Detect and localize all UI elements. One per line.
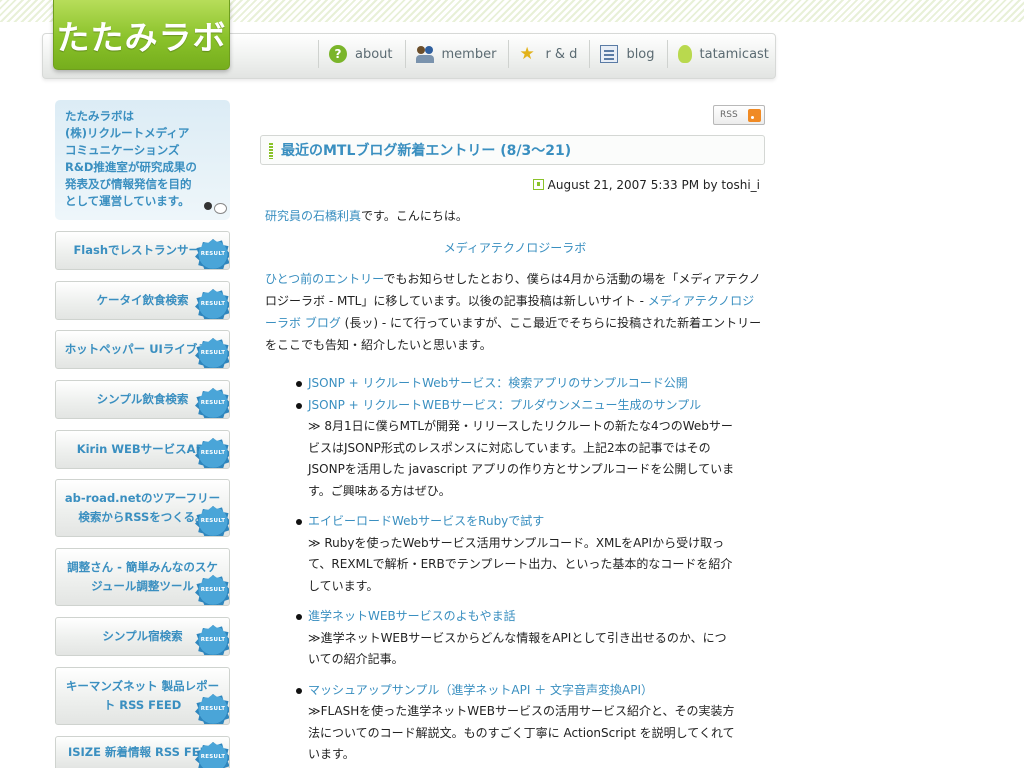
sidebar-item-label: ケータイ飲食検索: [96, 293, 189, 307]
download-icon: [532, 179, 544, 190]
list-item: JSONP + リクルートWebサービス：検索アプリのサンプルコード公開: [296, 373, 736, 395]
sidebar-item-simple-food-search[interactable]: シンプル飲食検索 RESULT: [55, 380, 230, 419]
star-person-icon: ★: [519, 44, 535, 64]
nav-member[interactable]: member: [404, 40, 509, 68]
nav-tatamicast[interactable]: tatamicast: [666, 40, 781, 68]
nav-about[interactable]: ? about: [318, 40, 405, 68]
post-meta-text: August 21, 2007 5:33 PM by toshi_i: [547, 178, 760, 192]
nav-member-label: member: [441, 46, 497, 62]
sidebar-item-ab-road-rss[interactable]: ab-road.netのツアーフリー検索からRSSをつくる。 RESULT: [55, 479, 230, 537]
post-meta: August 21, 2007 5:33 PM by toshi_i: [420, 178, 760, 192]
sidebar-intro: たたみラボは (株)リクルートメディア コミュニケーションズ R&D推進室が研究…: [55, 100, 230, 220]
nav-blog-label: blog: [626, 46, 655, 62]
list-item: 進学ネットWEBサービスのよもやま話 ≫進学ネットWEBサービスからどんな情報を…: [296, 606, 736, 671]
entry-description: ≫ Rubyを使ったWebサービス活用サンプルコード。XMLをAPIから受け取っ…: [308, 535, 733, 593]
greeting-paragraph: 研究員の石橋利真です。こんにちは。: [265, 205, 765, 227]
entry-description: ≫ 8月1日に僕らMTLが開発・リリースしたリクルートの新たな4つのWebサービ…: [308, 419, 735, 498]
sidebar-item-chouseisan[interactable]: 調整さん - 簡単みんなのスケジュール調整ツール RESULT: [55, 548, 230, 606]
rss-button[interactable]: RSS: [713, 105, 765, 125]
title-bar-icon: [269, 143, 273, 159]
post-title[interactable]: 最近のMTLブログ新着エントリー (8/3〜21): [281, 140, 571, 160]
nav-tatamicast-label: tatamicast: [699, 46, 769, 62]
sidebar-item-kirin-web-service-api[interactable]: Kirin WEBサービスAPI RESULT: [55, 430, 230, 469]
sidebar-intro-text: たたみラボは (株)リクルートメディア コミュニケーションズ R&D推進室が研究…: [65, 109, 197, 208]
rss-label: RSS: [720, 110, 738, 120]
greeting-text: です。こんにちは。: [361, 209, 468, 223]
sidebar-item-label: シンプル飲食検索: [96, 392, 189, 406]
nav-about-label: about: [355, 46, 393, 62]
entry-link-shingaku-net-story[interactable]: 進学ネットWEBサービスのよもやま話: [308, 606, 736, 628]
main-nav: ? about member ★ r & d blog tatamicast: [318, 40, 781, 68]
nav-rd[interactable]: ★ r & d: [508, 40, 589, 68]
entry-link-ab-road-ruby[interactable]: エイビーロードWebサービスをRubyで試す: [308, 511, 736, 533]
result-badge-icon: RESULT: [195, 289, 229, 319]
nav-rd-label: r & d: [545, 46, 578, 62]
entry-description: ≫FLASHを使った進学ネットWEBサービスの活用サービス紹介と、その実装方法に…: [308, 704, 735, 761]
entry-link-jsonp-search-sample[interactable]: JSONP + リクルートWebサービス：検索アプリのサンプルコード公開: [308, 373, 736, 395]
entry-link-jsonp-pulldown-sample[interactable]: JSONP + リクルートWEBサービス：プルダウンメニュー生成のサンプル: [308, 395, 736, 417]
lightbulb-icon: [677, 45, 692, 63]
entry-description: ≫進学ネットWEBサービスからどんな情報をAPIとして引き出せるのか、についての…: [308, 630, 727, 667]
people-icon: [415, 45, 434, 63]
list-item: マッシュアップサンプル（進学ネットAPI ＋ 文字音声変換API） ≫FLASH…: [296, 680, 736, 766]
sidebar-item-isize-rss[interactable]: ISIZE 新着情報 RSS FEED RESULT: [55, 736, 230, 768]
sidebar-item-hotpepper-ui-library[interactable]: ホットペッパー UIライブラリ RESULT: [55, 330, 230, 369]
sidebar-item-label: Flashでレストランサーチ: [73, 243, 212, 257]
new-entries-list: JSONP + リクルートWebサービス：検索アプリのサンプルコード公開 JSO…: [296, 373, 736, 768]
sidebar-item-label: シンプル宿検索: [102, 629, 183, 643]
sidebar-item-simple-inn-search[interactable]: シンプル宿検索 RESULT: [55, 617, 230, 656]
notepad-icon: [600, 45, 619, 63]
sidebar-item-label: ISIZE 新着情報 RSS FEED: [67, 745, 218, 759]
speech-avatar-icon: [204, 202, 227, 216]
sidebar-item-label: Kirin WEBサービスAPI: [76, 442, 209, 456]
list-item: エイビーロードWebサービスをRubyで試す ≫ Rubyを使ったWebサービス…: [296, 511, 736, 597]
list-item: JSONP + リクルートWEBサービス：プルダウンメニュー生成のサンプル ≫ …: [296, 395, 736, 503]
result-badge-icon: RESULT: [195, 625, 229, 655]
sidebar-item-flash-restaurant-search[interactable]: Flashでレストランサーチ RESULT: [55, 231, 230, 270]
rss-feed-icon: [748, 109, 761, 122]
previous-entry-link[interactable]: ひとつ前のエントリー: [265, 272, 383, 286]
post-title-box: 最近のMTLブログ新着エントリー (8/3〜21): [260, 135, 765, 165]
center-link-paragraph: メディアテクノロジーラボ: [265, 237, 765, 259]
media-technology-lab-link[interactable]: メディアテクノロジーラボ: [444, 241, 586, 255]
nav-blog[interactable]: blog: [589, 40, 666, 68]
site-logo[interactable]: たたみラボ: [53, 0, 230, 70]
sidebar-item-keymans-net-rss[interactable]: キーマンズネット 製品レポート RSS FEED RESULT: [55, 667, 230, 725]
intro-paragraph: ひとつ前のエントリーでもお知らせしたとおり、僕らは4月から活動の場を「メディアテ…: [265, 268, 765, 356]
result-badge-icon: RESULT: [195, 388, 229, 418]
question-icon: ?: [329, 45, 347, 63]
researcher-link[interactable]: 研究員の石橋利真: [265, 209, 361, 223]
sidebar-item-mobile-food-search[interactable]: ケータイ飲食検索 RESULT: [55, 281, 230, 320]
entry-link-mashup-sample[interactable]: マッシュアップサンプル（進学ネットAPI ＋ 文字音声変換API）: [308, 680, 736, 702]
